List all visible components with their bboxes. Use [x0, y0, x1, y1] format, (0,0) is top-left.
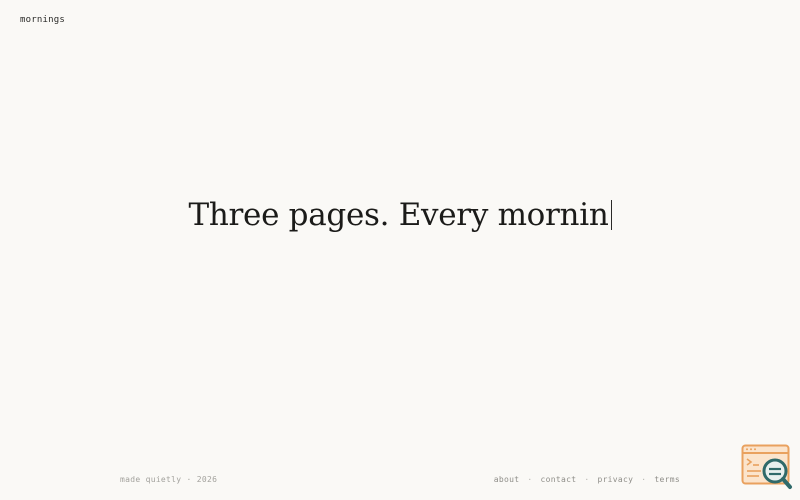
- footer-link-contact[interactable]: contact: [541, 475, 577, 484]
- footer-made: made quietly: [120, 475, 182, 484]
- brand-logo[interactable]: mornings: [20, 15, 65, 25]
- footer-separator: ·: [584, 475, 590, 484]
- footer-separator: ·: [527, 475, 533, 484]
- code-search-icon-graphic: [741, 444, 792, 489]
- footer-year: 2026: [196, 475, 218, 484]
- footer-link-terms[interactable]: terms: [654, 475, 680, 484]
- hero-typed-text: Three pages. Every mornin: [188, 197, 609, 233]
- code-search-icon[interactable]: [741, 444, 793, 490]
- footer-credit: made quietly · 2026: [120, 475, 217, 484]
- typing-caret: [610, 200, 612, 230]
- footer-dot: ·: [186, 475, 192, 484]
- hero-headline: Three pages. Every mornin: [0, 192, 800, 238]
- footer-link-privacy[interactable]: privacy: [597, 475, 633, 484]
- footer-link-about[interactable]: about: [494, 475, 520, 484]
- footer-separator: ·: [641, 475, 647, 484]
- footer-nav: about · contact · privacy · terms: [494, 475, 680, 484]
